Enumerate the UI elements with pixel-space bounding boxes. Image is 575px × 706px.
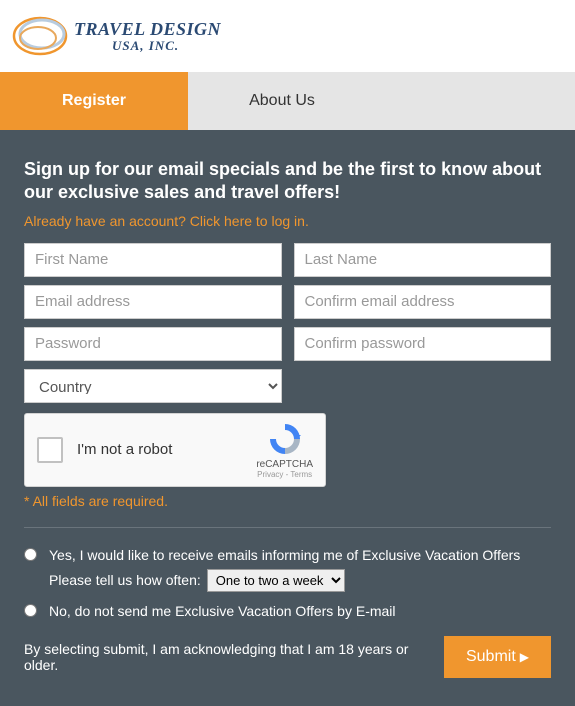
submit-button[interactable]: Submit ▶ <box>444 636 551 678</box>
recaptcha-icon <box>267 421 303 457</box>
first-name-input[interactable] <box>24 243 282 277</box>
logo-line2: USA, INC. <box>112 38 221 54</box>
opt-in-no-radio[interactable] <box>24 604 37 617</box>
recaptcha-brand: reCAPTCHA <box>256 459 313 470</box>
logo-text: TRAVEL DESIGN USA, INC. <box>74 19 221 54</box>
login-link[interactable]: Already have an account? Click here to l… <box>24 213 551 229</box>
header: TRAVEL DESIGN USA, INC. <box>0 0 575 72</box>
email-opt-in-group: Yes, I would like to receive emails info… <box>24 546 551 622</box>
freq-select[interactable]: One to two a week <box>207 569 345 592</box>
chevron-right-icon: ▶ <box>520 650 529 664</box>
recaptcha-branding: reCAPTCHA Privacy - Terms <box>256 421 313 479</box>
tab-register[interactable]: Register <box>0 72 188 130</box>
submit-label: Submit <box>466 648 516 666</box>
recaptcha-terms[interactable]: Privacy - Terms <box>256 470 313 479</box>
opt-in-yes-content: Yes, I would like to receive emails info… <box>49 546 551 593</box>
required-note: * All fields are required. <box>24 493 551 509</box>
content: Sign up for our email specials and be th… <box>0 130 575 706</box>
footer-row: By selecting submit, I am acknowledging … <box>24 636 551 678</box>
recaptcha: I'm not a robot reCAPTCHA Privacy - Term… <box>24 413 326 487</box>
tab-about-us[interactable]: About Us <box>188 72 376 130</box>
recaptcha-label: I'm not a robot <box>77 441 256 458</box>
recaptcha-checkbox[interactable] <box>37 437 63 463</box>
freq-label: Please tell us how often: <box>49 571 201 591</box>
last-name-input[interactable] <box>294 243 552 277</box>
country-select[interactable]: Country <box>24 369 282 403</box>
confirm-password-input[interactable] <box>294 327 552 361</box>
password-input[interactable] <box>24 327 282 361</box>
ack-text: By selecting submit, I am acknowledging … <box>24 641 444 673</box>
confirm-email-input[interactable] <box>294 285 552 319</box>
opt-in-yes-label: Yes, I would like to receive emails info… <box>49 547 520 563</box>
divider <box>24 527 551 528</box>
tabs: Register About Us <box>0 72 575 130</box>
email-input[interactable] <box>24 285 282 319</box>
opt-in-no-label: No, do not send me Exclusive Vacation Of… <box>49 602 551 622</box>
opt-in-yes-radio[interactable] <box>24 548 37 561</box>
page-heading: Sign up for our email specials and be th… <box>24 158 551 205</box>
logo-swirl-icon <box>10 12 70 60</box>
logo: TRAVEL DESIGN USA, INC. <box>10 12 565 60</box>
logo-line1: TRAVEL DESIGN <box>74 19 221 40</box>
